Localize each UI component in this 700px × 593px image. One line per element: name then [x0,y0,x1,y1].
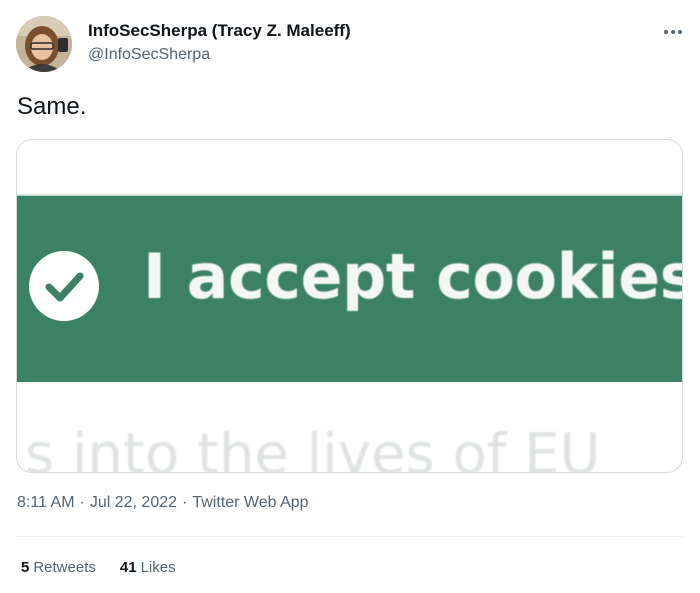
retweets-count: 5 [21,559,30,576]
tweet-date[interactable]: Jul 22, 2022 [90,494,177,511]
retweets-stat[interactable]: 5 Retweets [21,559,96,576]
cookie-banner: I accept cookies [17,193,683,382]
more-button[interactable] [656,20,690,44]
tweet-stats: 5 Retweets 41 Likes [21,559,200,576]
divider [16,536,684,537]
meta-separator: · [182,494,188,511]
handle[interactable]: @InfoSecSherpa [88,46,210,64]
tweet-time[interactable]: 8:11 AM [17,494,75,511]
tweet-source[interactable]: Twitter Web App [192,494,308,511]
tweet-media[interactable]: I accept cookies s into the lives of EU [16,139,683,473]
likes-label: Likes [140,559,176,576]
partial-text-below: s into the lives of EU [25,422,601,473]
tweet-text: Same. [17,93,87,120]
display-name[interactable]: InfoSecSherpa (Tracy Z. Maleeff) [88,21,351,41]
avatar[interactable] [16,16,72,72]
retweets-label: Retweets [33,559,96,576]
tweet-meta: 8:11 AM · Jul 22, 2022 · Twitter Web App [17,494,309,512]
check-circle-icon [29,251,99,321]
meta-separator: · [79,494,85,511]
banner-text: I accept cookies [143,240,683,313]
likes-stat[interactable]: 41 Likes [120,559,176,576]
more-dots-icon [663,30,684,34]
avatar-image [16,16,72,72]
likes-count: 41 [119,559,137,576]
